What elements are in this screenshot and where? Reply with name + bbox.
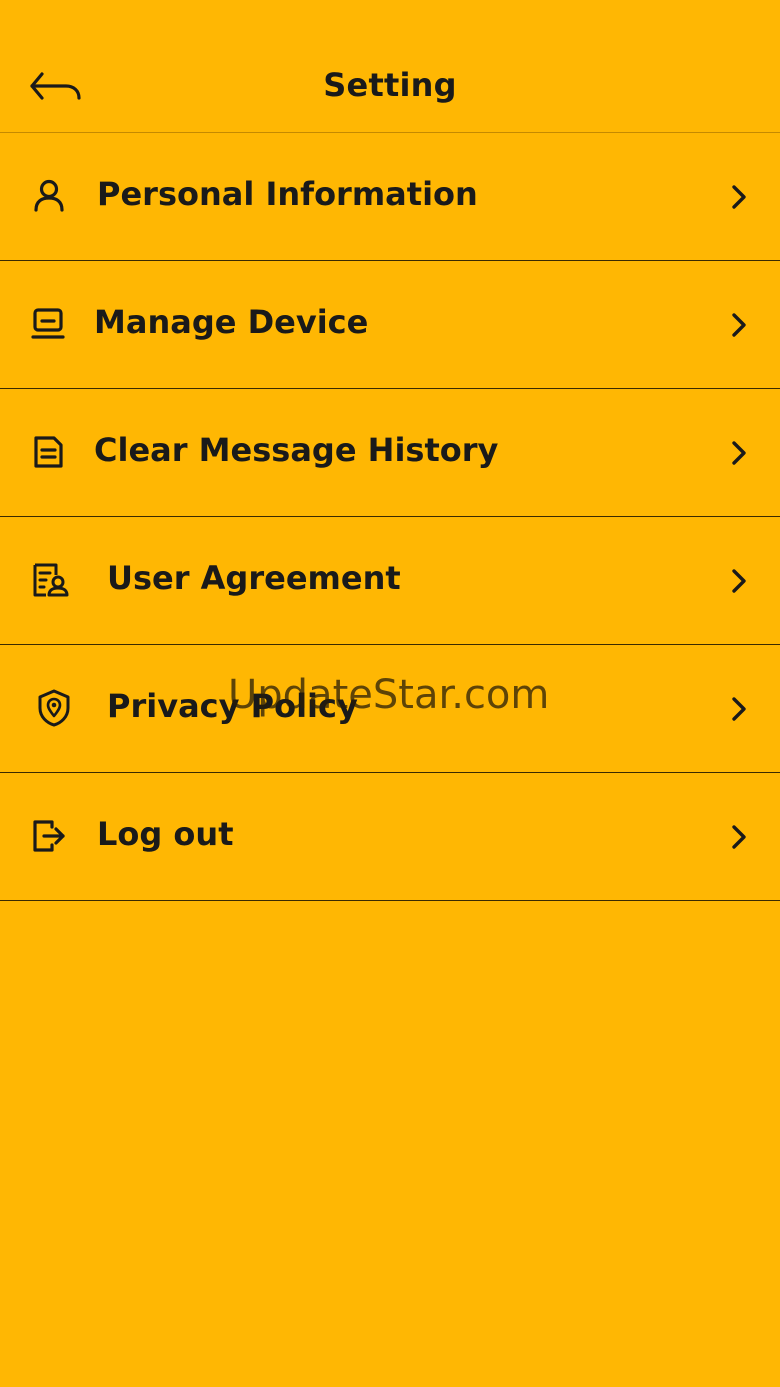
menu-item-label: Personal Information	[97, 175, 478, 213]
menu-item-label: Log out	[97, 815, 234, 853]
chevron-right-icon	[732, 569, 746, 593]
menu-item-label: Privacy Policy	[107, 687, 358, 725]
menu-item-personal-information[interactable]: Personal Information	[0, 133, 780, 261]
menu-item-clear-message-history[interactable]: Clear Message History	[0, 389, 780, 517]
chevron-right-icon	[732, 441, 746, 465]
chevron-right-icon	[732, 825, 746, 849]
document-icon	[34, 436, 63, 468]
settings-list: Personal Information Manage Device Clear…	[0, 133, 780, 901]
agreement-icon	[33, 563, 69, 597]
user-icon	[34, 179, 64, 212]
menu-item-log-out[interactable]: Log out	[0, 773, 780, 901]
menu-item-label: Clear Message History	[94, 431, 499, 469]
logout-icon	[33, 820, 65, 852]
shield-location-icon	[38, 689, 70, 727]
menu-item-label: User Agreement	[107, 559, 401, 597]
device-icon	[31, 308, 65, 339]
menu-item-label: Manage Device	[94, 303, 369, 341]
chevron-right-icon	[732, 313, 746, 337]
menu-item-manage-device[interactable]: Manage Device	[0, 261, 780, 389]
menu-item-privacy-policy[interactable]: Privacy Policy	[0, 645, 780, 773]
chevron-right-icon	[732, 185, 746, 209]
menu-item-user-agreement[interactable]: User Agreement	[0, 517, 780, 645]
page-title: Setting	[323, 66, 457, 104]
header-bar: Setting	[0, 0, 780, 133]
chevron-right-icon	[732, 697, 746, 721]
